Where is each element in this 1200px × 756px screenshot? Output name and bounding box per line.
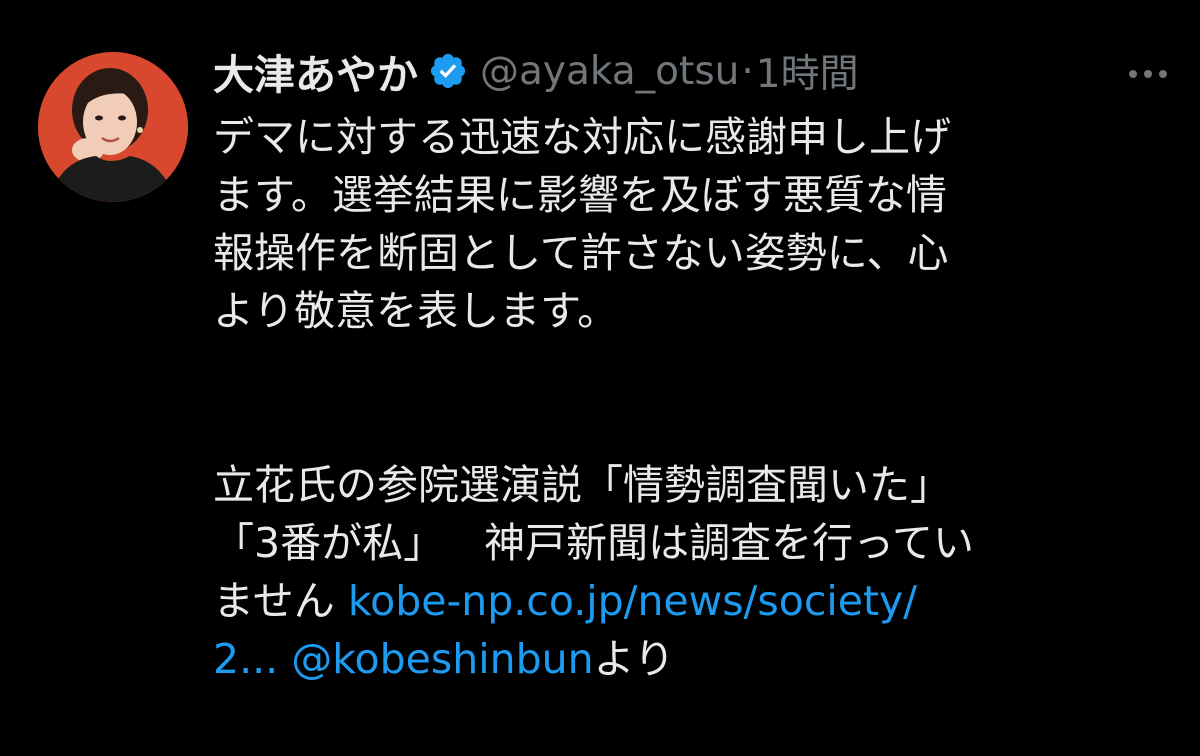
separator-dot: ·	[741, 48, 754, 94]
tweet-text-line: より敬意を表します。	[213, 287, 619, 335]
paragraph-break	[213, 340, 1173, 456]
mention-link[interactable]: @kobeshinbun	[291, 635, 593, 683]
handle[interactable]: @ayaka_otsu	[480, 49, 739, 94]
tweet-text-line: ます。選挙結果に影響を及ぼす悪質な情	[213, 171, 947, 219]
verified-badge-icon	[428, 51, 468, 91]
tweet-text-line: 報操作を断固として許さない姿勢に、心	[213, 229, 949, 277]
text-fragment: ません	[213, 577, 335, 625]
tweet[interactable]: 大津あやか @ayaka_otsu · 1時間 デマに対する迅速な対応に感謝申し…	[0, 0, 1200, 756]
tweet-text-line: 「3番が私」 神戸新聞は調査を行ってい	[213, 514, 1173, 572]
tweet-text-line: 2... @kobeshinbunより	[213, 630, 1173, 688]
timestamp[interactable]: 1時間	[756, 43, 859, 99]
avatar-image	[38, 52, 188, 202]
article-link-continued[interactable]: 2...	[213, 635, 278, 683]
avatar[interactable]	[38, 52, 188, 202]
tweet-header: 大津あやか @ayaka_otsu · 1時間	[213, 42, 859, 100]
article-link[interactable]: kobe-np.co.jp/news/society/	[348, 577, 917, 625]
quote-fragment: 「3番が私」	[213, 519, 445, 567]
tweet-text: デマに対する迅速な対応に感謝申し上げ ます。選挙結果に影響を及ぼす悪質な情 報操…	[213, 108, 1173, 688]
more-options-icon[interactable]	[1125, 66, 1171, 82]
text-fragment: より	[593, 635, 675, 683]
tweet-text-line: ません kobe-np.co.jp/news/society/	[213, 572, 1173, 630]
tweet-text-line: 立花氏の参院選演説「情勢調査聞いた」	[213, 461, 951, 509]
quote-fragment: 神戸新聞は調査を行ってい	[484, 519, 975, 567]
display-name[interactable]: 大津あやか	[213, 41, 418, 101]
tweet-text-line: デマに対する迅速な対応に感謝申し上げ	[213, 113, 951, 161]
